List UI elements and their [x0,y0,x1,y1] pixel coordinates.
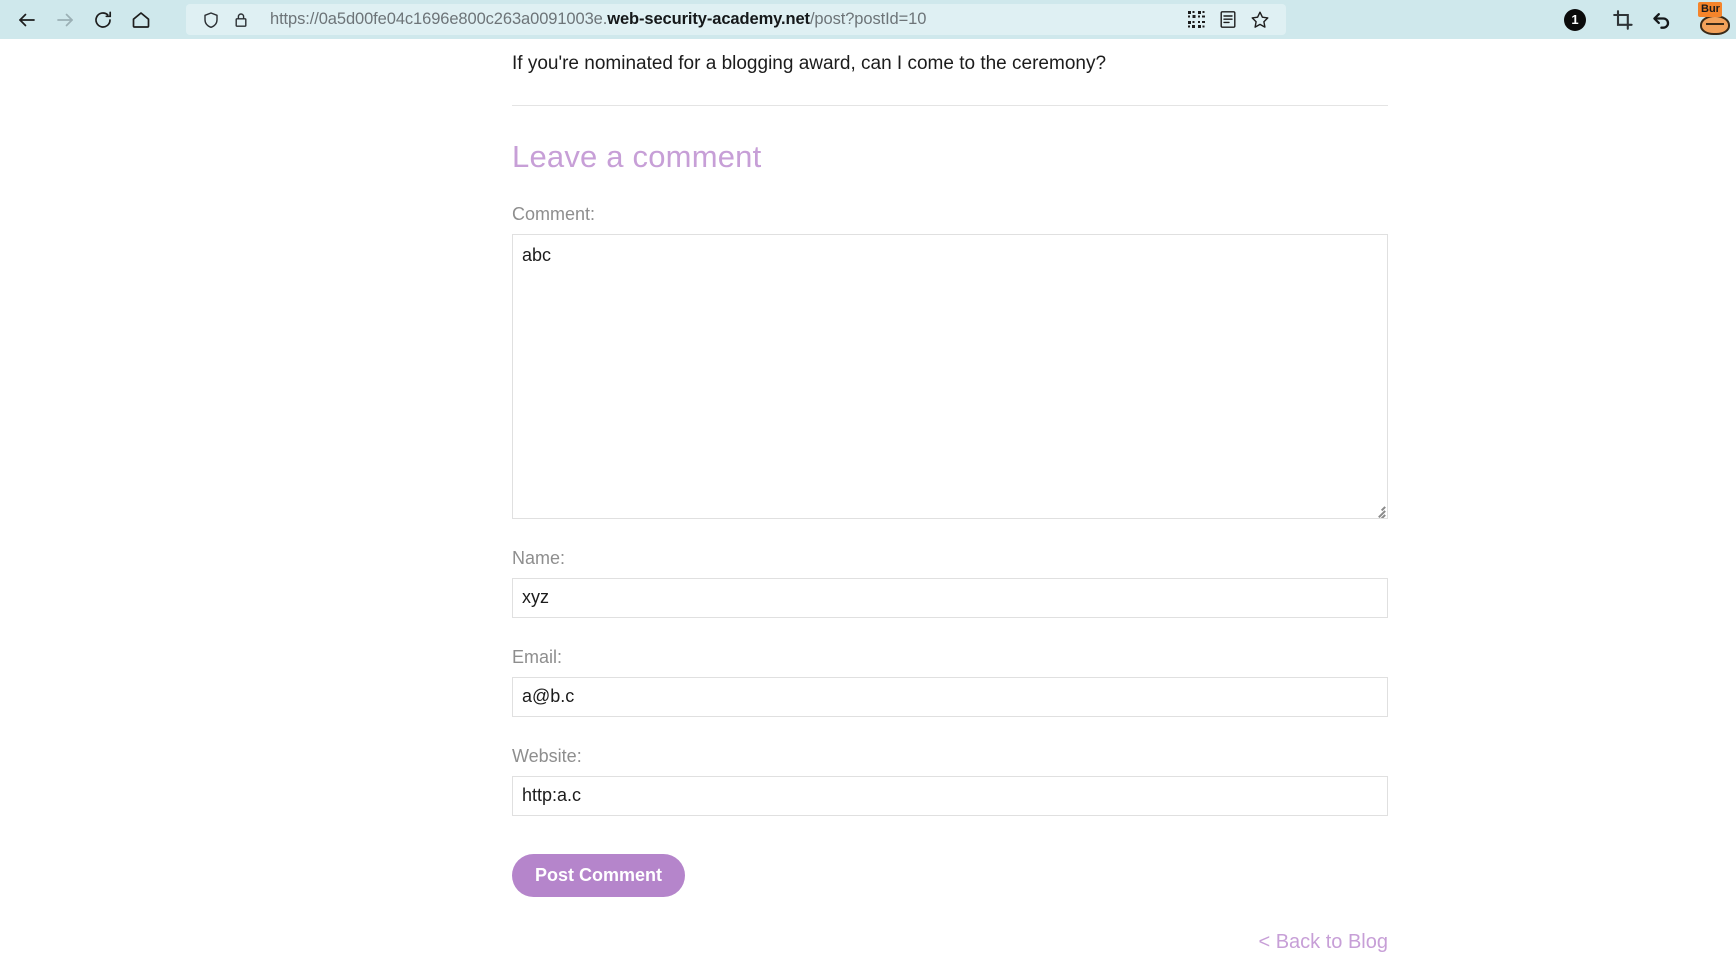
post-question-text: If you're nominated for a blogging award… [512,53,1107,74]
url-text[interactable]: https://0a5d00fe04c1696e800c263a0091003e… [270,10,1174,29]
burp-suite-extension-icon[interactable]: Bur [1696,1,1736,37]
undo-arrow-icon[interactable] [1642,4,1680,36]
page-body: If you're nominated for a blogging award… [0,39,1736,954]
name-input[interactable]: xyz [512,577,1388,618]
website-label: Website: [512,745,582,766]
shield-icon[interactable] [196,7,226,33]
post-comment-button[interactable]: Post Comment [512,853,686,897]
email-input-value: a@b.c [522,686,575,707]
back-to-blog-link[interactable]: < Back to Blog [512,931,1388,954]
comment-input[interactable]: abc [512,233,1388,519]
blog-post-content: If you're nominated for a blogging award… [512,39,1388,954]
comment-input-value: abc [522,244,552,265]
email-label: Email: [512,646,563,667]
address-bar[interactable]: https://0a5d00fe04c1696e800c263a0091003e… [186,4,1286,35]
home-icon[interactable] [122,4,160,36]
notification-badge[interactable]: 1 [1564,8,1586,31]
page-title: Leave a comment [512,138,762,174]
name-input-value: xyz [522,587,549,608]
burp-logo-shape [1700,14,1730,35]
burp-label: Bur [1698,1,1722,17]
section-divider [512,104,1388,106]
forward-arrow-icon [46,4,84,36]
reader-view-icon[interactable] [1212,4,1244,36]
bookmark-star-icon[interactable] [1244,4,1276,36]
crop-icon[interactable] [1604,4,1642,36]
email-input[interactable]: a@b.c [512,676,1388,717]
url-path: /post?postId=10 [809,10,927,28]
address-bar-actions [1180,4,1276,36]
lock-icon[interactable] [226,7,256,33]
browser-toolbar: https://0a5d00fe04c1696e800c263a0091003e… [0,0,1736,39]
textarea-resize-handle[interactable] [1371,502,1386,518]
extension-toolbar: 1 Bur [1546,0,1736,39]
comment-label: Comment: [512,203,596,224]
url-prefix: https://0a5d00fe04c1696e800c263a0091003e… [270,10,608,28]
url-host: web-security-academy.net [607,10,810,28]
qr-code-icon[interactable] [1180,4,1212,36]
website-input-value: http:a.c [522,785,582,806]
website-input[interactable]: http:a.c [512,775,1388,816]
reload-icon[interactable] [84,4,122,36]
back-arrow-icon[interactable] [8,4,46,36]
name-label: Name: [512,547,566,568]
